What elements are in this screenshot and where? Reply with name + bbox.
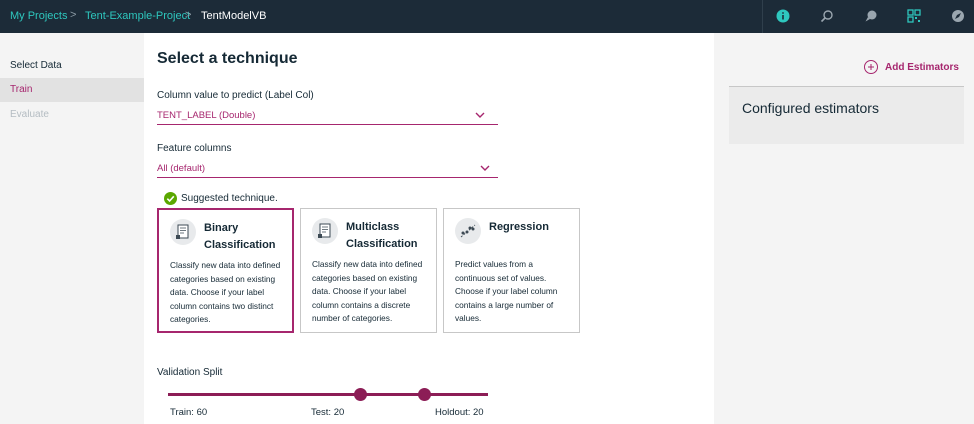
feature-cols-label: Feature columns	[157, 143, 232, 154]
scatter-icon	[455, 218, 481, 244]
chevron-down-icon	[475, 112, 485, 118]
sidebar-item-train[interactable]: Train	[0, 78, 144, 102]
card-title: Binary Classification	[204, 222, 276, 251]
checkmark-icon	[164, 192, 177, 205]
feature-cols-select[interactable]: All (default)	[157, 160, 498, 178]
slider-handle-train-test[interactable]	[353, 388, 367, 401]
top-bar: My Projects > Tent-Example-Project > Ten…	[0, 0, 974, 33]
compass-icon[interactable]	[951, 9, 965, 23]
sidebar-item-select-data[interactable]: Select Data	[0, 54, 144, 78]
chat-icon[interactable]	[864, 9, 878, 23]
card-regression[interactable]: Regression Predict values from a continu…	[443, 208, 580, 333]
card-binary-classification[interactable]: Binary Classification Classify new data …	[157, 208, 294, 333]
toolbar-icons	[762, 0, 974, 33]
breadcrumb-separator: >	[185, 9, 192, 21]
train-split-label: Train: 60	[170, 407, 208, 418]
page-title: Select a technique	[157, 50, 298, 67]
breadcrumb-current-model: TentModelVB	[201, 10, 267, 22]
label-col-select[interactable]: TENT_LABEL (Double)	[157, 107, 498, 125]
breadcrumb-project[interactable]: Tent-Example-Project	[85, 10, 190, 22]
find-icon[interactable]	[820, 9, 834, 23]
label-col-value: TENT_LABEL (Double)	[157, 110, 256, 121]
left-nav: Select Data Train Evaluate	[0, 33, 144, 424]
validation-slider-track[interactable]	[168, 393, 488, 396]
sidebar-item-evaluate: Evaluate	[10, 109, 49, 120]
main-panel: Select a technique Column value to predi…	[144, 33, 714, 424]
info-icon[interactable]	[776, 9, 790, 23]
slider-handle-test-holdout[interactable]	[417, 388, 431, 401]
card-description: Classify new data into defined categorie…	[170, 260, 281, 324]
test-split-label: Test: 20	[311, 407, 345, 418]
suggested-technique-text: Suggested technique.	[181, 193, 278, 204]
card-title: Multiclass Classification	[346, 221, 418, 250]
add-circle-icon	[864, 60, 878, 74]
document-icon	[312, 218, 338, 244]
breadcrumb-my-projects[interactable]: My Projects	[10, 10, 67, 22]
chevron-down-icon	[480, 165, 490, 171]
add-estimators-label: Add Estimators	[885, 62, 959, 73]
holdout-split-label: Holdout: 20	[435, 407, 484, 418]
card-title: Regression	[489, 221, 549, 233]
configured-estimators-title: Configured estimators	[742, 100, 879, 116]
document-icon	[170, 219, 196, 245]
card-description: Predict values from a continuous set of …	[455, 259, 558, 323]
label-col-label: Column value to predict (Label Col)	[157, 90, 314, 101]
qr-code-icon[interactable]	[907, 9, 921, 23]
card-description: Classify new data into defined categorie…	[312, 259, 423, 323]
feature-cols-value: All (default)	[157, 163, 206, 174]
configured-estimators-panel: Configured estimators	[729, 86, 964, 144]
card-multiclass-classification[interactable]: Multiclass Classification Classify new d…	[300, 208, 437, 333]
validation-split-label: Validation Split	[157, 367, 223, 378]
breadcrumb-separator: >	[70, 9, 77, 21]
